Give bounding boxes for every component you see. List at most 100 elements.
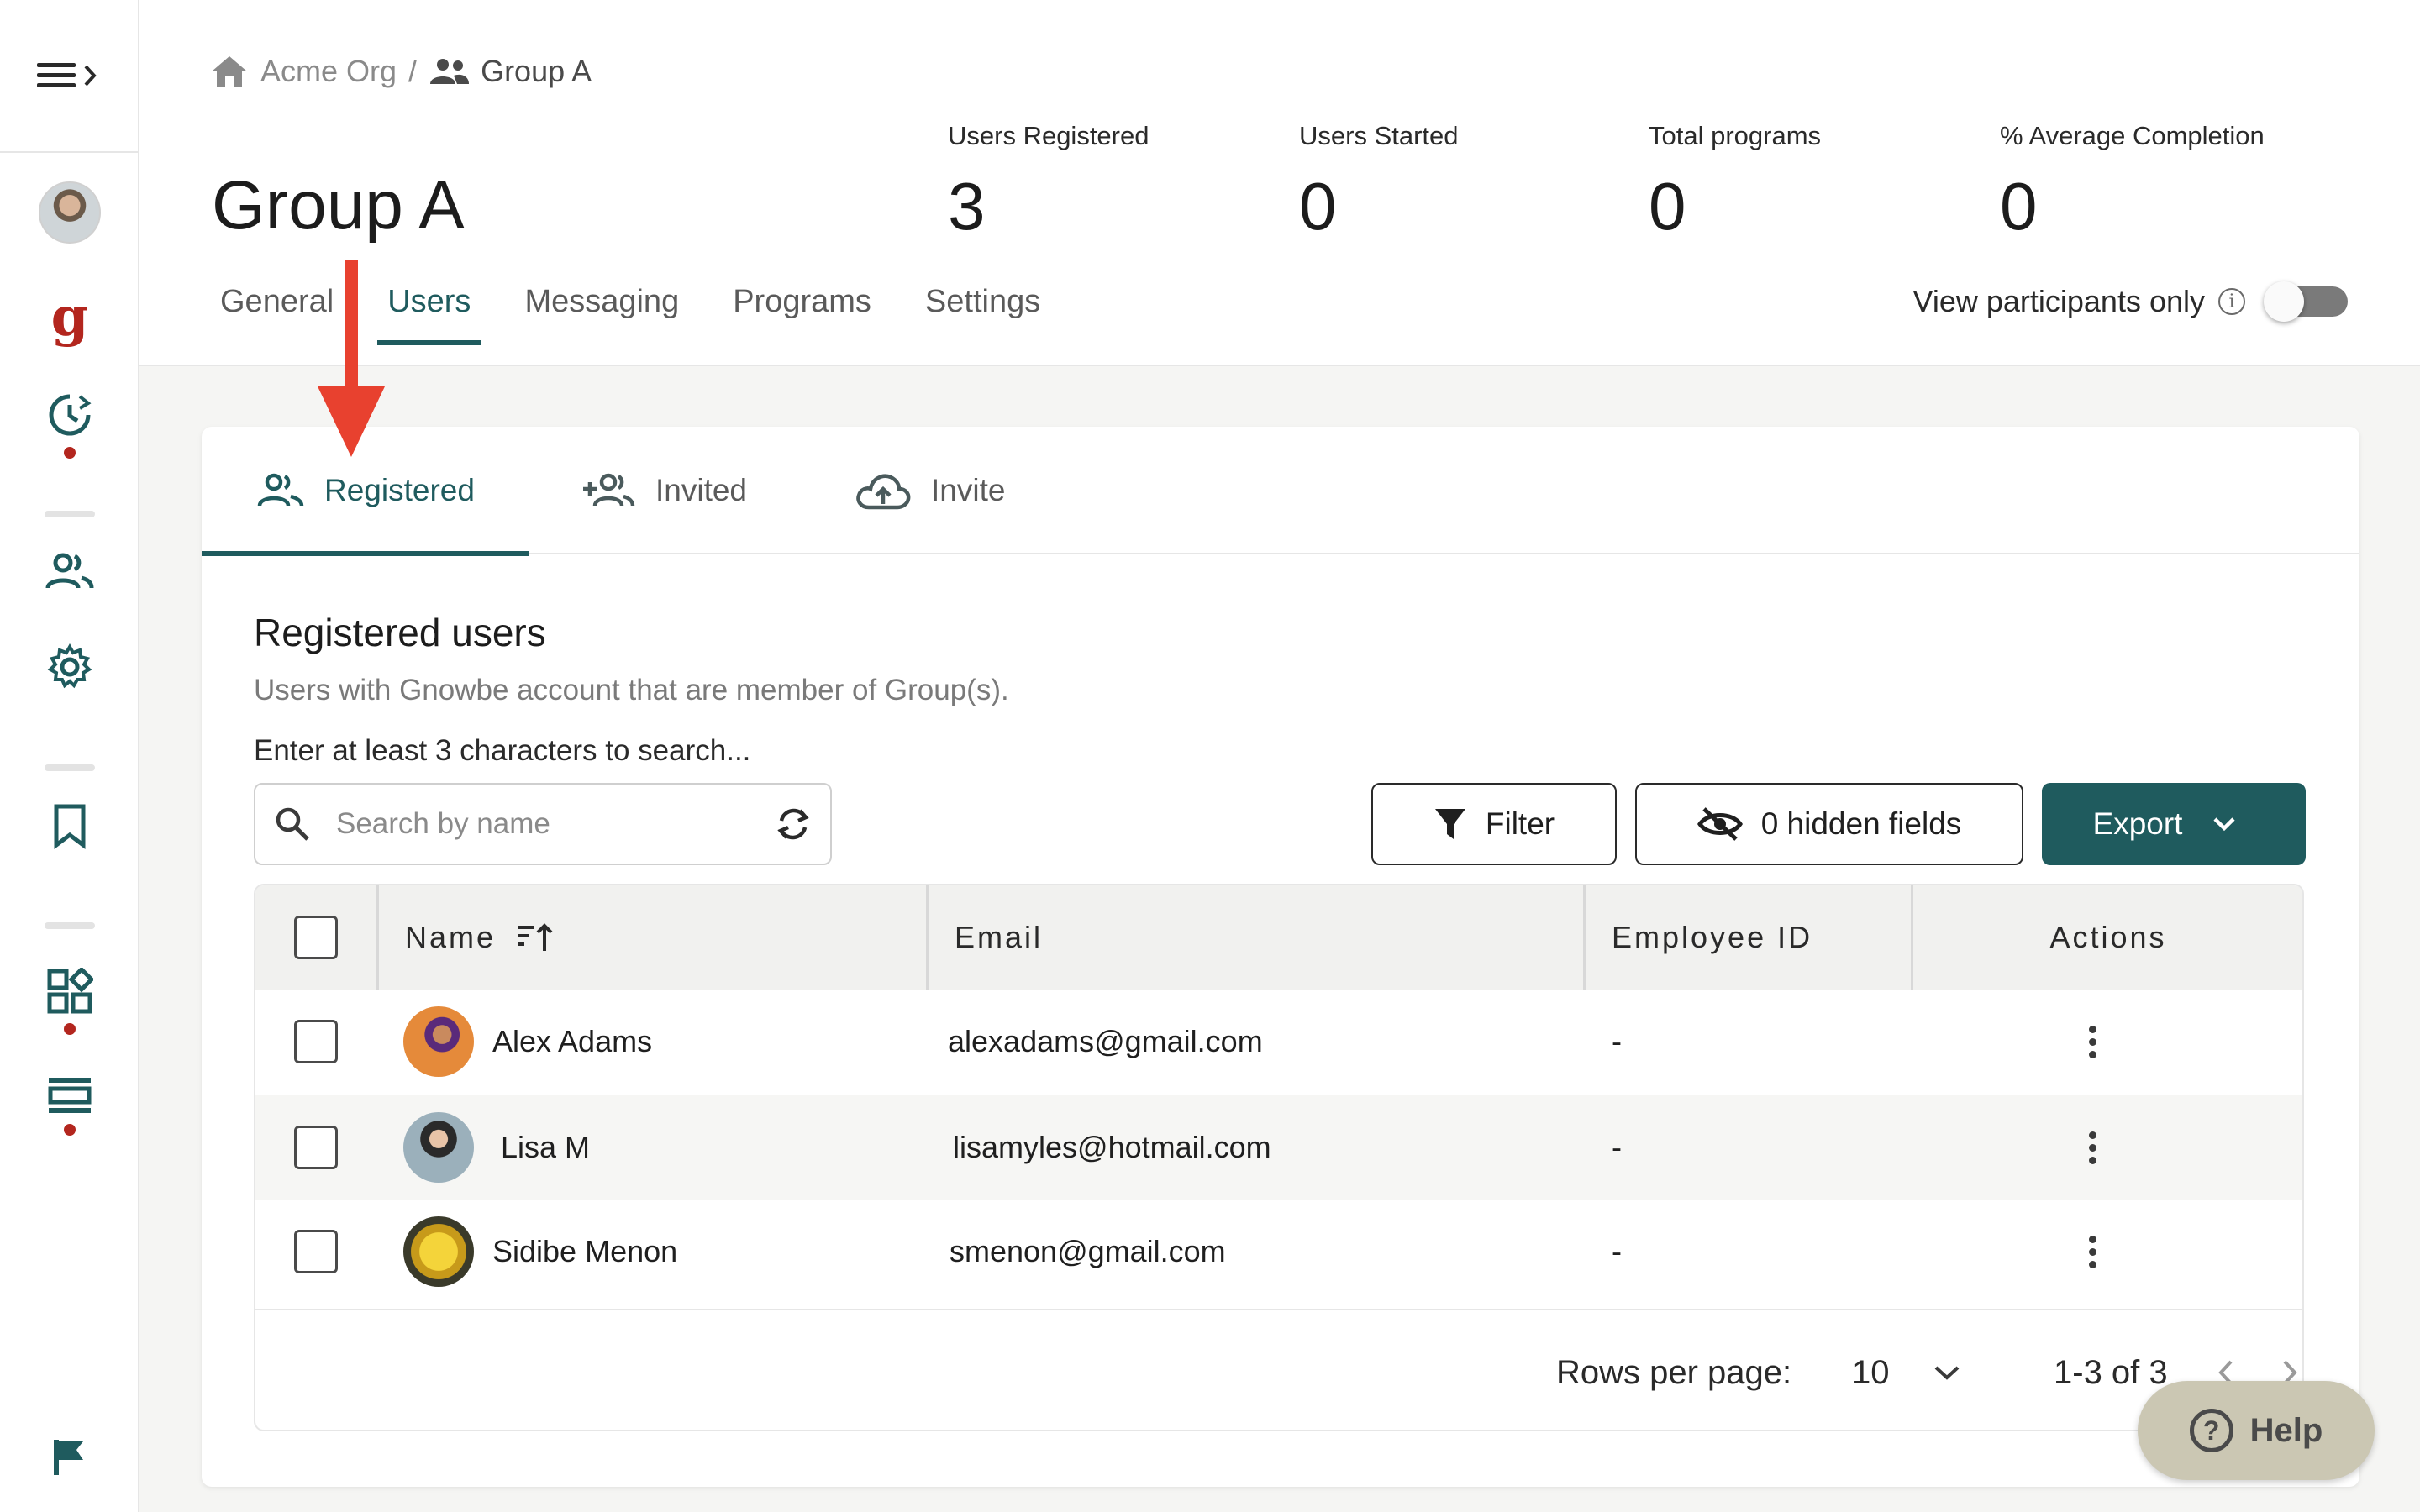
stat-users-registered: Users Registered 3 — [948, 121, 1149, 245]
annotation-arrow-shaft — [345, 260, 358, 403]
user-name[interactable]: Alex Adams — [492, 1024, 652, 1059]
column-name[interactable]: Name — [405, 885, 555, 990]
users-subtabs: Registered Invited Invite — [202, 427, 2360, 556]
home-icon[interactable] — [210, 55, 249, 88]
user-name-cell: Sidibe Menon — [403, 1200, 677, 1304]
user-email: lisamyles@hotmail.com — [953, 1095, 1271, 1200]
sidebar-item-list[interactable] — [0, 1075, 139, 1136]
filter-button[interactable]: Filter — [1371, 783, 1617, 865]
search-icon — [276, 807, 309, 841]
view-participants-toggle[interactable] — [2264, 281, 2348, 322]
column-divider — [376, 885, 379, 990]
more-options-icon[interactable] — [2089, 1131, 2096, 1164]
sidebar-item-settings[interactable] — [0, 643, 139, 690]
sidebar-item-dashboard[interactable] — [0, 968, 139, 1035]
column-divider — [926, 885, 929, 990]
table-row: Lisa M lisamyles@hotmail.com - — [255, 1095, 2302, 1200]
sidebar-profile[interactable] — [0, 181, 139, 244]
search-input[interactable] — [336, 807, 775, 841]
subtab-label: Invite — [931, 473, 1006, 507]
select-all-checkbox[interactable] — [294, 916, 338, 959]
column-divider — [1583, 885, 1586, 990]
column-employee-id[interactable]: Employee ID — [1612, 885, 1812, 990]
column-name-label: Name — [405, 920, 497, 954]
subtab-invite[interactable]: Invite — [855, 427, 1005, 554]
breadcrumb-separator: / — [408, 54, 418, 88]
export-button[interactable]: Export — [2042, 783, 2306, 865]
row-checkbox[interactable] — [294, 1020, 338, 1063]
sidebar-item-history[interactable] — [0, 391, 139, 459]
breadcrumb-current: Group A — [481, 54, 592, 88]
column-actions: Actions — [2049, 920, 2167, 954]
help-label: Help — [2249, 1411, 2323, 1449]
sort-ascending-icon[interactable] — [516, 921, 555, 954]
history-icon — [49, 394, 92, 436]
column-email[interactable]: Email — [955, 885, 1043, 990]
users-card: Registered Invited Invite Registered use… — [202, 427, 2360, 1487]
filter-icon — [1434, 809, 1465, 839]
breadcrumb-org-link[interactable]: Acme Org — [260, 54, 397, 89]
row-checkbox[interactable] — [294, 1126, 338, 1169]
sidebar-item-users[interactable] — [0, 551, 139, 593]
user-avatar — [403, 1006, 474, 1077]
search-hint: Enter at least 3 characters to search... — [254, 734, 751, 767]
user-avatar — [403, 1112, 474, 1183]
filter-label: Filter — [1485, 806, 1555, 841]
page-header: Acme Org / Group A Group A Users Registe… — [139, 0, 2420, 366]
export-label: Export — [2092, 806, 2183, 841]
user-avatar — [403, 1216, 474, 1287]
row-actions-cell — [2089, 1200, 2096, 1304]
subtab-label: Invited — [655, 473, 748, 507]
notification-dot — [64, 1023, 76, 1035]
section-title: Registered users — [254, 611, 546, 654]
table-row: Alex Adams alexadams@gmail.com - — [255, 990, 2302, 1094]
more-options-icon[interactable] — [2089, 1235, 2096, 1268]
bookmark-icon — [54, 804, 86, 849]
sidebar-divider — [45, 922, 95, 929]
gear-icon — [47, 643, 92, 689]
cloud-upload-icon — [856, 474, 911, 510]
tab-general[interactable]: General — [220, 277, 334, 345]
sidebar: g — [0, 0, 139, 1512]
tab-programs[interactable]: Programs — [733, 277, 871, 345]
tab-settings[interactable]: Settings — [925, 277, 1040, 345]
user-employee-id: - — [1612, 1024, 1622, 1058]
select-all-cell — [294, 885, 338, 990]
user-employee-id: - — [1612, 1234, 1622, 1268]
profile-avatar[interactable] — [39, 181, 101, 244]
user-name[interactable]: Sidibe Menon — [492, 1234, 677, 1269]
row-checkbox[interactable] — [294, 1230, 338, 1273]
rows-per-page-value: 10 — [1852, 1353, 1890, 1391]
more-options-icon[interactable] — [2089, 1025, 2096, 1058]
row-select-cell — [294, 990, 338, 1094]
info-icon[interactable]: i — [2218, 288, 2245, 315]
page-title: Group A — [212, 167, 465, 244]
sidebar-item-feedback[interactable] — [0, 1436, 139, 1477]
help-button[interactable]: ? Help — [2138, 1381, 2375, 1480]
sidebar-item-gnowbe[interactable]: g — [0, 291, 139, 344]
row-select-cell — [294, 1200, 338, 1304]
rows-per-page-select[interactable]: 10 — [1852, 1310, 1960, 1430]
menu-expand-icon[interactable] — [35, 59, 103, 92]
sidebar-divider — [45, 764, 95, 771]
add-users-icon — [583, 473, 635, 507]
tab-messaging[interactable]: Messaging — [524, 277, 679, 345]
user-name[interactable]: Lisa M — [501, 1130, 590, 1165]
tab-users[interactable]: Users — [377, 277, 481, 345]
row-select-cell — [294, 1095, 338, 1200]
eye-off-icon — [1697, 807, 1743, 841]
table-row: Sidibe Menon smenon@gmail.com - — [255, 1200, 2302, 1304]
stat-value: 3 — [948, 169, 986, 244]
stat-average-completion: % Average Completion 0 — [2000, 121, 2265, 245]
stat-value: 0 — [2000, 169, 2038, 244]
subtab-invited[interactable]: Invited — [581, 427, 747, 554]
hidden-fields-button[interactable]: 0 hidden fields — [1635, 783, 2023, 865]
gnowbe-logo-icon: g — [50, 286, 89, 349]
stat-value: 0 — [1299, 169, 1337, 244]
sidebar-item-bookmarks[interactable] — [0, 803, 139, 850]
stat-label: Users Registered — [948, 121, 1150, 150]
rows-per-page-label: Rows per page: — [1556, 1353, 1792, 1391]
refresh-icon[interactable] — [775, 806, 812, 843]
user-employee-id: - — [1612, 1130, 1622, 1164]
view-participants-label: View participants only — [1912, 284, 2205, 318]
